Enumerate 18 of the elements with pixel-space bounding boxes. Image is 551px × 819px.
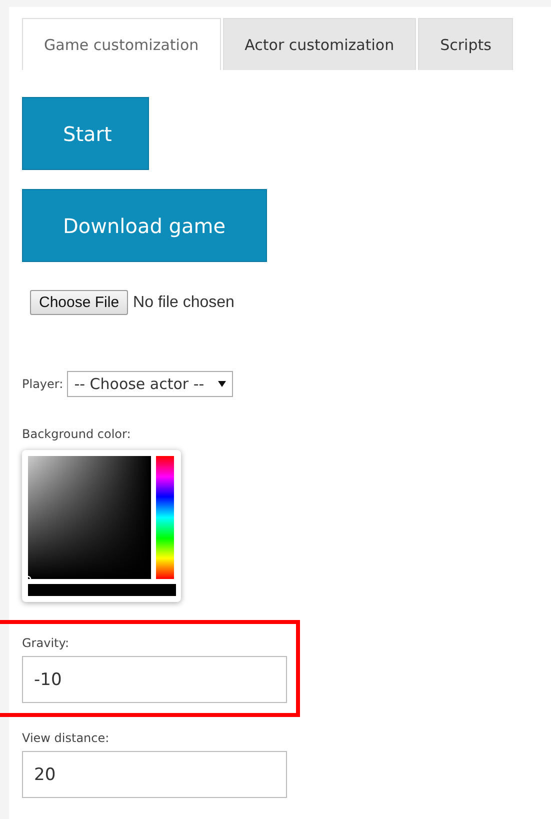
tab[interactable]: Game customization	[22, 18, 221, 70]
number-field[interactable]: -10	[22, 656, 287, 703]
download-button[interactable]: Download game	[22, 189, 267, 262]
start-button[interactable]: Start	[22, 97, 149, 170]
tab[interactable]: Actor customization	[222, 18, 416, 70]
field-label: View distance:	[22, 731, 110, 745]
file-status: No file chosen	[133, 294, 234, 312]
color-picker[interactable]	[22, 450, 181, 602]
actor-select[interactable]: -- Choose actor --	[67, 371, 234, 397]
hue-handle[interactable]	[156, 578, 174, 579]
player-label: Player:	[22, 377, 64, 391]
caret-icon	[218, 381, 226, 387]
hue-slider[interactable]	[156, 456, 174, 579]
choose-file-button[interactable]: Choose File	[30, 290, 128, 315]
tab[interactable]: Scripts	[418, 18, 514, 70]
field-label: Gravity:	[22, 636, 70, 650]
number-field[interactable]: 20	[22, 751, 287, 798]
background-color-label: Background color:	[22, 427, 132, 441]
